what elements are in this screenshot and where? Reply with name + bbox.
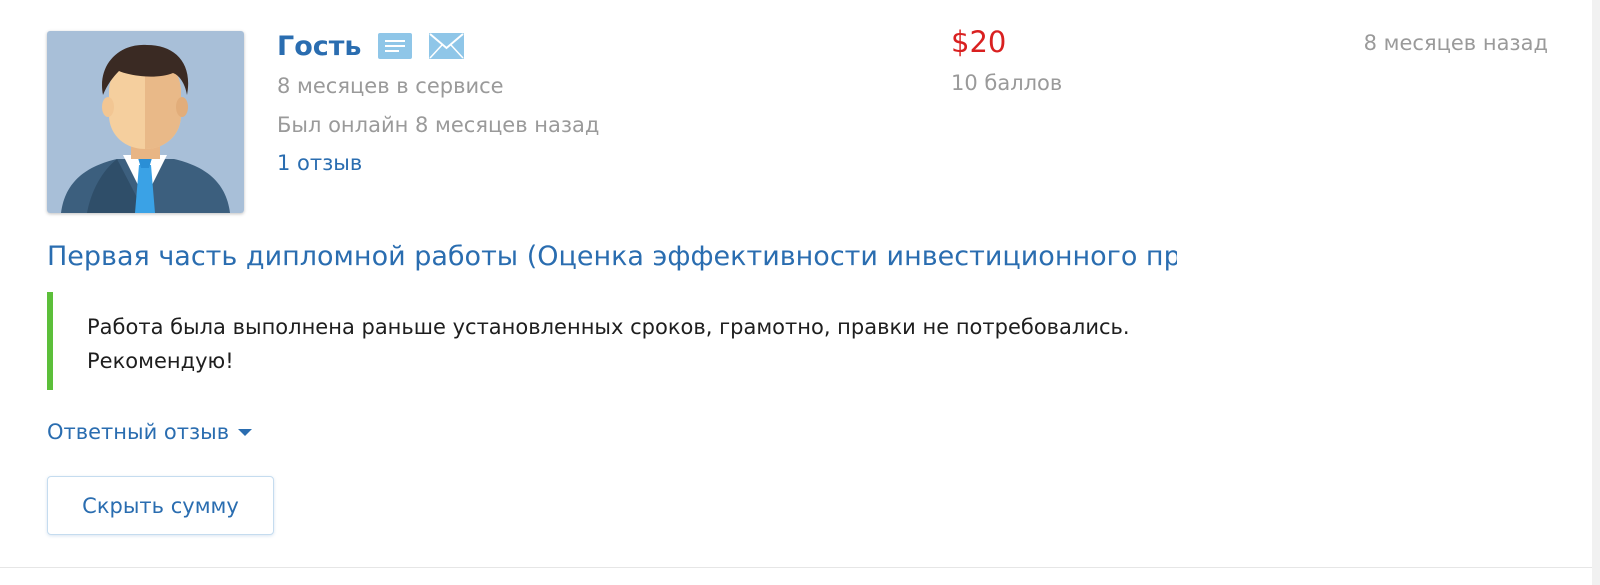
review-text-line: Работа была выполнена раньше установленн…	[87, 315, 1130, 339]
hide-sum-button[interactable]: Скрыть сумму	[47, 476, 274, 535]
review-count-link[interactable]: 1 отзыв	[277, 151, 362, 175]
divider	[0, 567, 1592, 568]
envelope-icon[interactable]	[429, 33, 465, 59]
reply-review-label: Ответный отзыв	[47, 420, 230, 444]
posted-time: 8 месяцев назад	[1363, 31, 1548, 55]
service-time: 8 месяцев в сервисе	[277, 74, 504, 98]
user-name-link[interactable]: Гость	[277, 31, 361, 62]
price: $20	[951, 25, 1007, 59]
last-online: Был онлайн 8 месяцев назад	[277, 113, 600, 137]
avatar-man-icon	[47, 31, 244, 213]
review-text: Работа была выполнена раньше установленн…	[47, 292, 1227, 390]
work-title-link[interactable]: Первая часть дипломной работы (Оценка эф…	[47, 241, 1177, 272]
review-text-line: Рекомендую!	[87, 349, 234, 373]
user-name-row: Гость	[277, 27, 465, 65]
scrollbar-track[interactable]	[1592, 0, 1600, 585]
points: 10 баллов	[951, 71, 1063, 95]
reply-review-toggle[interactable]: Ответный отзыв	[47, 420, 253, 444]
profile-card-icon[interactable]	[378, 33, 413, 59]
user-avatar[interactable]	[47, 31, 244, 213]
chevron-down-icon	[238, 428, 253, 436]
review-card: Гость 8 месяцев в сервисе Был онлайн 8 м…	[0, 0, 1592, 585]
